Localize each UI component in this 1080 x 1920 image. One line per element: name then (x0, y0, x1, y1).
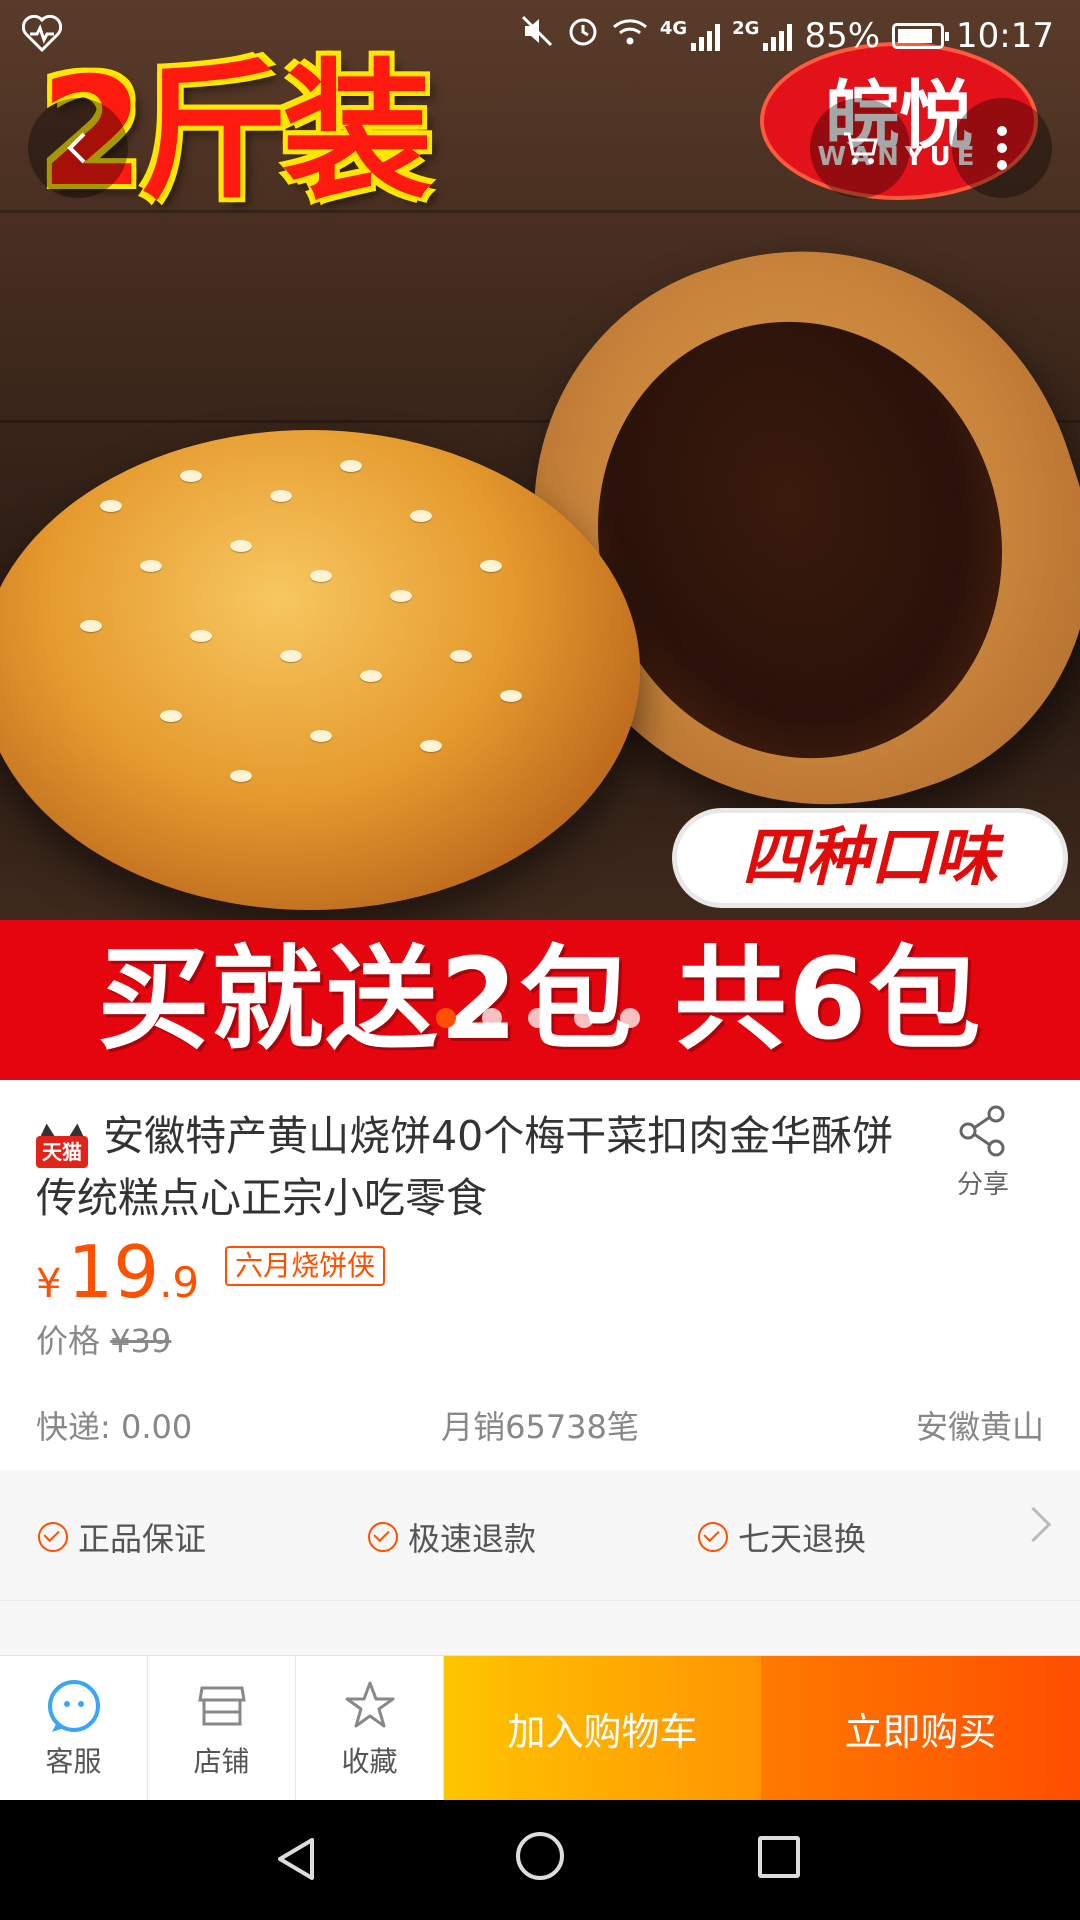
service-guarantees[interactable]: 正品保证 极速退款 七天退换 (0, 1470, 1080, 1601)
price-currency: ¥ (36, 1261, 62, 1307)
store-button[interactable]: 店铺 (148, 1656, 296, 1801)
cart-button[interactable] (810, 98, 910, 198)
more-button[interactable] (952, 98, 1052, 198)
chat-bubble-icon (47, 1679, 100, 1732)
bottom-action-bar: 客服 店铺 收藏 加入购物车 立即购买 (0, 1655, 1080, 1801)
check-circle-icon (698, 1522, 728, 1552)
star-icon (345, 1681, 394, 1727)
check-circle-icon (368, 1522, 398, 1552)
price-decimal: .9 (159, 1258, 200, 1307)
cart-icon (844, 132, 878, 164)
share-label: 分享 (956, 1170, 1009, 1200)
promo-banner: 买就送2包 共6包 (0, 920, 1080, 1080)
favorite-button[interactable]: 收藏 (296, 1656, 444, 1801)
shaobing-whole-image (0, 430, 640, 910)
check-circle-icon (38, 1522, 68, 1552)
guarantee-item: 极速退款 (368, 1514, 536, 1560)
signal-icon (763, 21, 793, 51)
original-price: 价格 ¥39 (36, 1316, 171, 1362)
tmall-badge-label: 天猫 (36, 1135, 88, 1168)
promo-tag: 六月烧饼侠 (225, 1246, 386, 1286)
network-type-1: 4G (659, 18, 688, 39)
customer-service-button[interactable]: 客服 (0, 1656, 148, 1801)
monthly-sales: 月销65738笔 (441, 1408, 639, 1446)
product-title: 安徽特产黄山烧饼40个梅干菜扣肉金华酥饼传统糕点心正宗小吃零食 (36, 1112, 894, 1222)
guarantee-label: 极速退款 (408, 1520, 537, 1558)
guarantee-item: 正品保证 (38, 1514, 206, 1560)
add-to-cart-button[interactable]: 加入购物车 (444, 1656, 761, 1801)
favorite-label: 收藏 (341, 1744, 398, 1778)
guarantee-item: 七天退换 (698, 1514, 866, 1560)
tmall-badge: 天猫 (36, 1123, 88, 1168)
buy-now-button[interactable]: 立即购买 (761, 1656, 1080, 1801)
original-price-value: ¥39 (110, 1322, 172, 1360)
store-icon (197, 1686, 246, 1725)
signal-icon (691, 21, 721, 51)
chevron-right-icon (1015, 1506, 1052, 1543)
flavor-badge: 四种口味 (672, 808, 1068, 908)
wifi-icon (612, 16, 648, 56)
product-image-carousel[interactable]: 2斤装 皖悦 WANYUE 四种口味 买就送2包 共6包 (0, 0, 1080, 1080)
chevron-left-icon (67, 132, 86, 164)
system-home-button[interactable] (516, 1832, 564, 1880)
product-meta: 快递: 0.00 月销65738笔 安徽黄山 (36, 1402, 1044, 1446)
status-bar: 4G 2G 85% 10:17 (0, 0, 1080, 70)
battery-percent: 85% (804, 15, 881, 56)
carousel-dot[interactable] (436, 1008, 456, 1028)
share-button[interactable]: 分享 (938, 1104, 1028, 1201)
clock: 10:17 (956, 15, 1054, 56)
guarantee-label: 正品保证 (78, 1520, 207, 1558)
customer-service-label: 客服 (45, 1744, 102, 1778)
system-back-button[interactable] (276, 1836, 316, 1882)
price-integer: 19 (67, 1230, 160, 1314)
carousel-indicator (436, 1008, 640, 1028)
system-recents-button[interactable] (758, 1836, 800, 1878)
battery-icon (892, 22, 950, 49)
guarantee-label: 七天退换 (738, 1520, 867, 1558)
carousel-dot[interactable] (482, 1008, 502, 1028)
price: ¥ 19 .9 六月烧饼侠 (36, 1230, 386, 1314)
store-label: 店铺 (193, 1744, 250, 1778)
mute-icon (520, 14, 554, 57)
more-vertical-icon (997, 126, 1007, 170)
network-type-2: 2G (732, 18, 760, 39)
share-icon (959, 1105, 1005, 1157)
system-navigation-bar (0, 1800, 1080, 1920)
carousel-dot[interactable] (574, 1008, 594, 1028)
carousel-dot[interactable] (620, 1008, 640, 1028)
alarm-icon (566, 14, 600, 57)
ship-from-location: 安徽黄山 (915, 1408, 1044, 1446)
back-button[interactable] (28, 98, 128, 198)
carousel-dot[interactable] (528, 1008, 548, 1028)
section-divider (0, 1601, 1080, 1655)
health-icon (21, 14, 63, 61)
original-price-label: 价格 (36, 1322, 101, 1360)
